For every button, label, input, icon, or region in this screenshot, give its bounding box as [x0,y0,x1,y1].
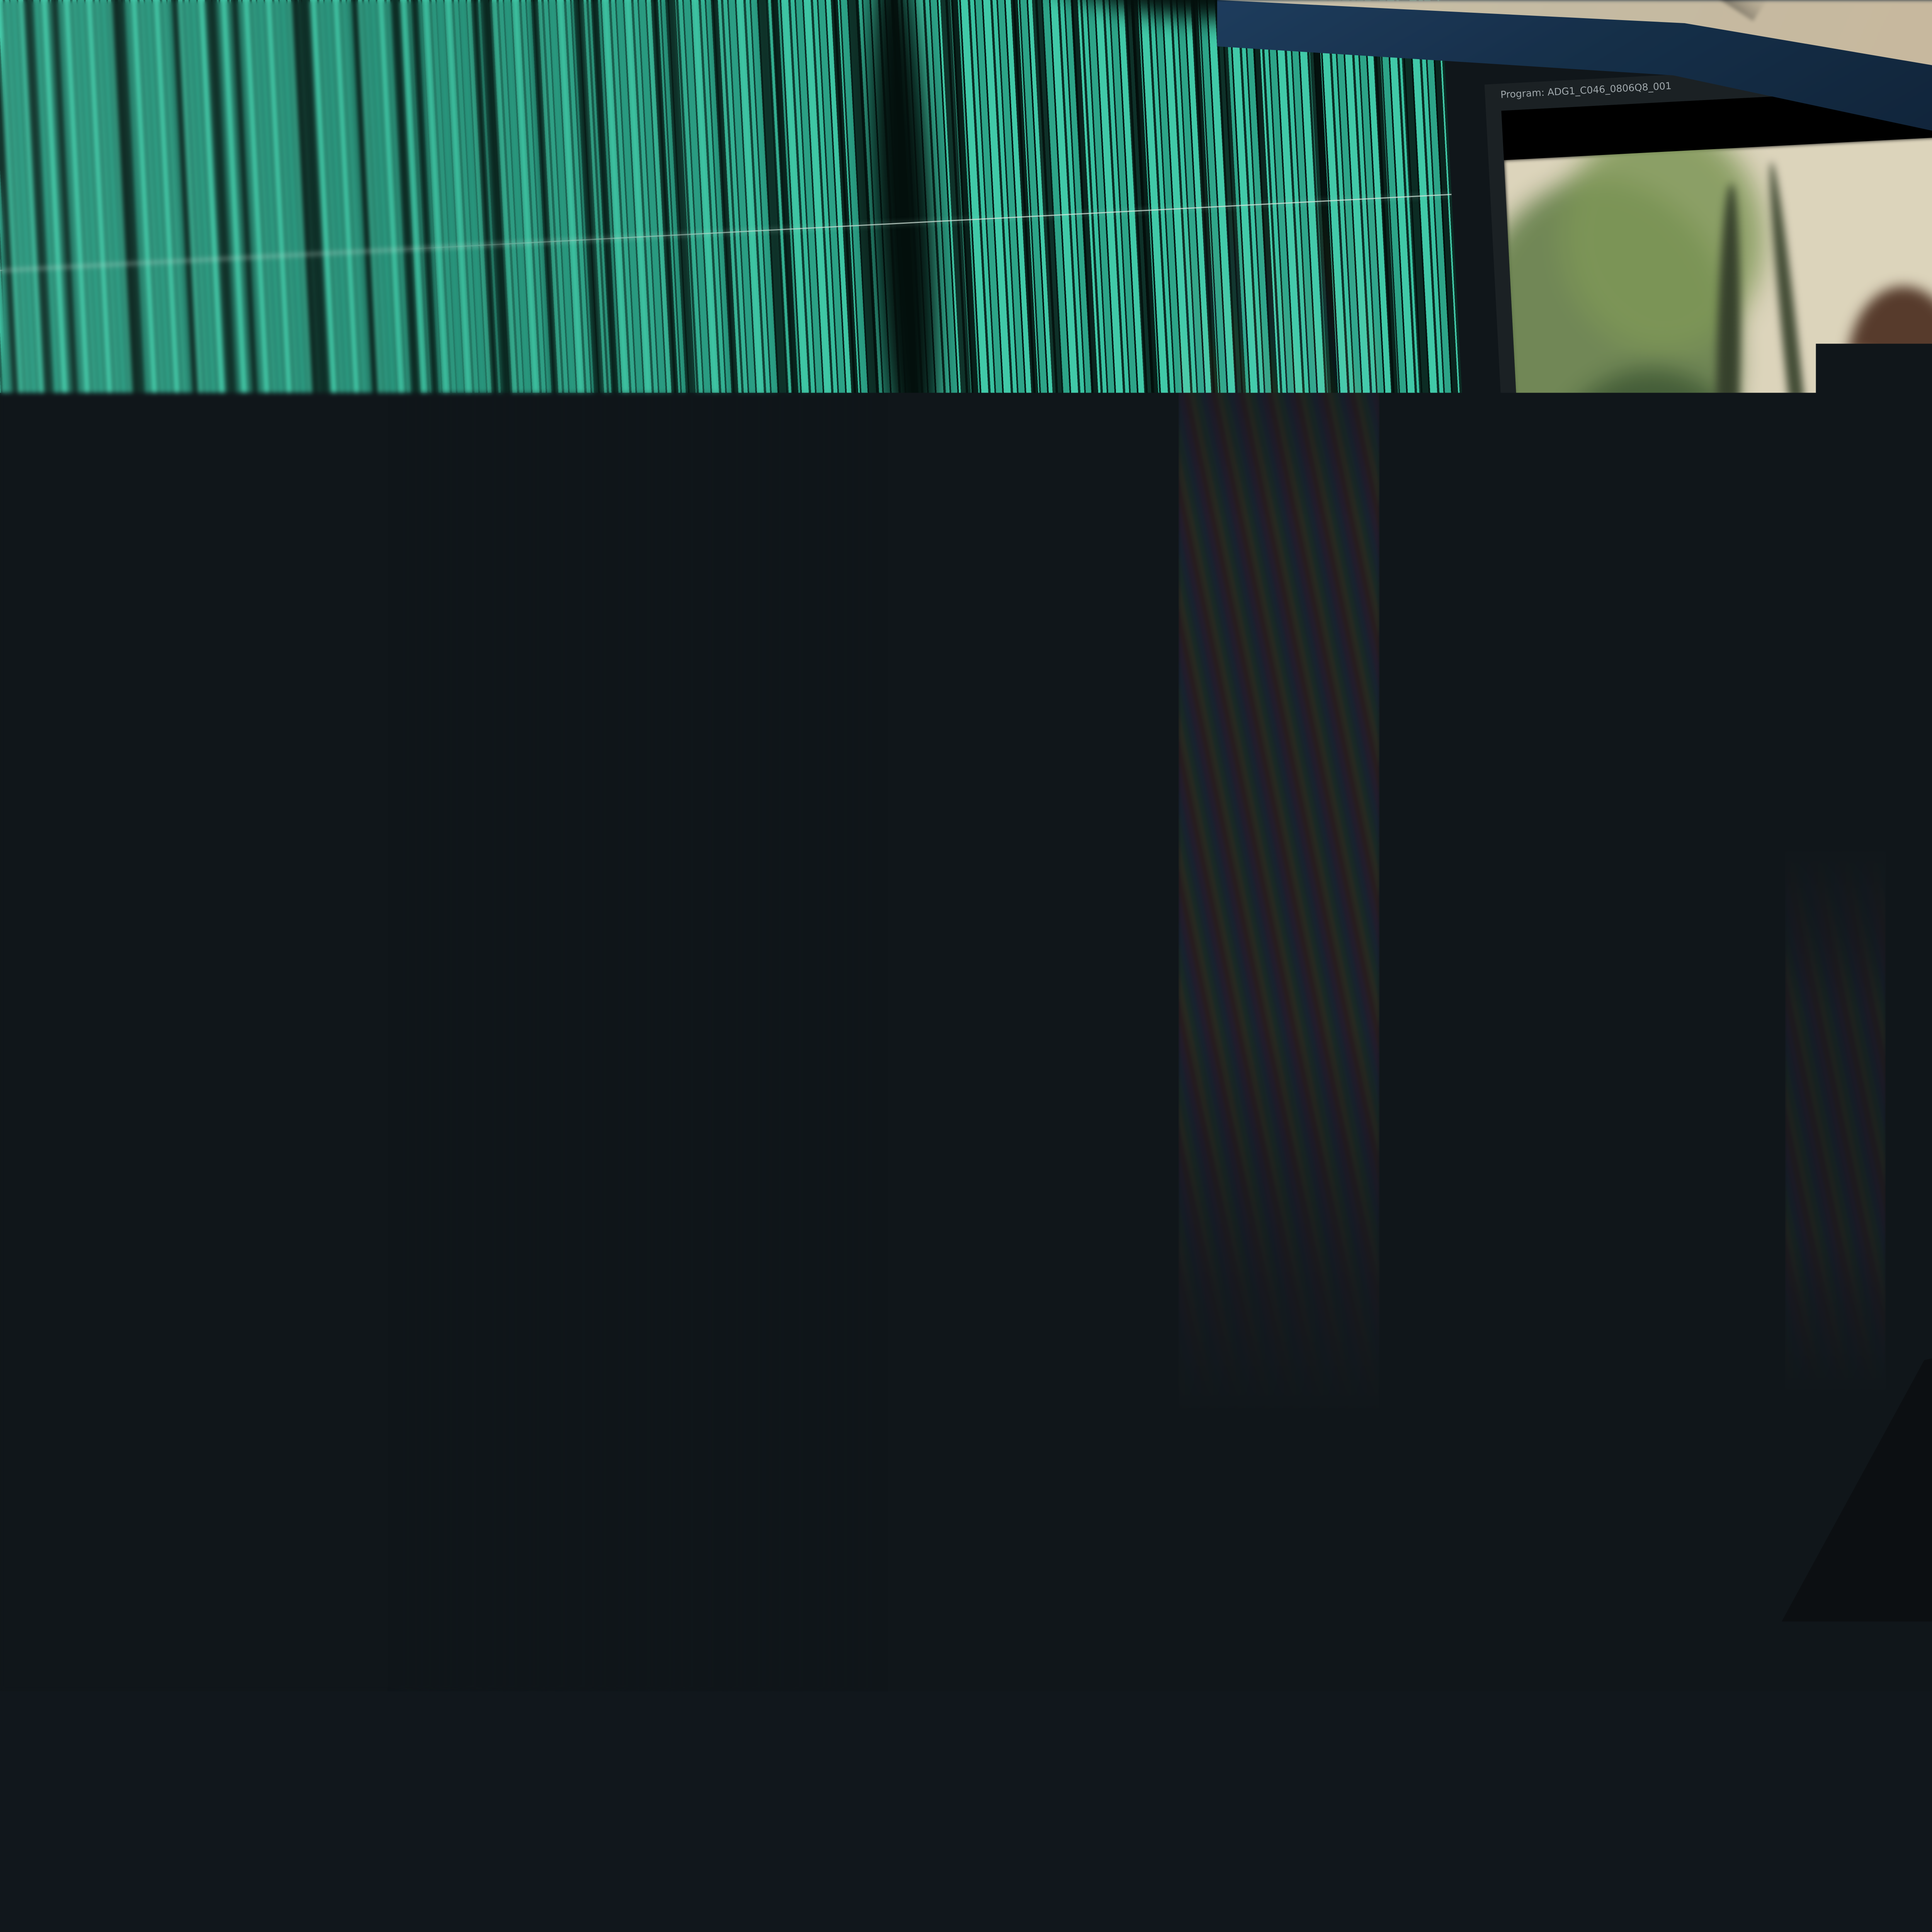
snap-icon[interactable]: ►◄ [1481,1562,1499,1576]
track-header-a4: A4 A4 M S [955,1558,1180,1623]
media-thumbnail[interactable] [203,1689,410,1819]
mute-button[interactable]: M [1018,1531,1027,1543]
timeline-clip[interactable]: 16mm 100D.mov [1427,1194,1689,1262]
mute-button[interactable]: M [1020,1587,1030,1599]
mic-icon[interactable] [1056,1585,1068,1597]
thumbnail-label [0,1848,169,1874]
crossfade-label[interactable]: Constant Power [1177,1460,1240,1474]
moire-artifact [1785,850,1886,1391]
mic-icon[interactable] [1053,1529,1065,1541]
fx-badge-icon [1524,1167,1537,1180]
master-track-row: Master 0.0 [1199,1806,1268,1821]
track-header-a3: A3 A3 M S [952,1502,1177,1567]
track-target-button[interactable]: A3 [983,1527,1009,1549]
track-target-button[interactable]: A4 [986,1582,1012,1605]
timeline-clip[interactable] [1906,1180,1932,1236]
program-monitor-tab[interactable]: Program: ADG1_C046_0806Q8_001 [1500,80,1672,100]
timeline-clip[interactable]: 16mm 100D.mov [1517,1136,1717,1201]
effect-badge-icon [1743,1212,1755,1223]
track-label[interactable]: A3 [959,1533,973,1546]
crossfade-label[interactable]: Constant Power [1300,1438,1375,1453]
fx-badge-icon [1599,1331,1612,1344]
solo-button[interactable]: S [1036,1530,1043,1542]
timeline-clip[interactable] [1736,1189,1793,1245]
timeline-clip[interactable] [1692,1247,1745,1304]
fx-badge-icon [1700,1270,1713,1283]
track-label[interactable]: A4 [962,1589,976,1602]
media-thumbnail[interactable] [0,1716,179,1847]
thumbnail-label [218,1821,400,1847]
go-to-in-icon[interactable]: |◄ [1872,705,1889,723]
play-icon[interactable]: ► [1905,703,1917,721]
crossfade-label[interactable]: Constant Power [1392,1490,1458,1504]
solo-button[interactable]: S [1039,1586,1046,1598]
master-gain-value[interactable]: 0.0 [1251,1806,1268,1819]
effect-badge-icon [1592,1276,1603,1287]
timeline-clip[interactable] [1585,1253,1638,1310]
fx-badge-icon [1435,1228,1448,1241]
master-label: Master [1199,1808,1236,1822]
ruler-label: 00:03:29:19 [1545,939,1611,954]
effect-badge-icon [1913,1203,1924,1214]
audio-snippet-clip[interactable] [1591,1307,1679,1365]
